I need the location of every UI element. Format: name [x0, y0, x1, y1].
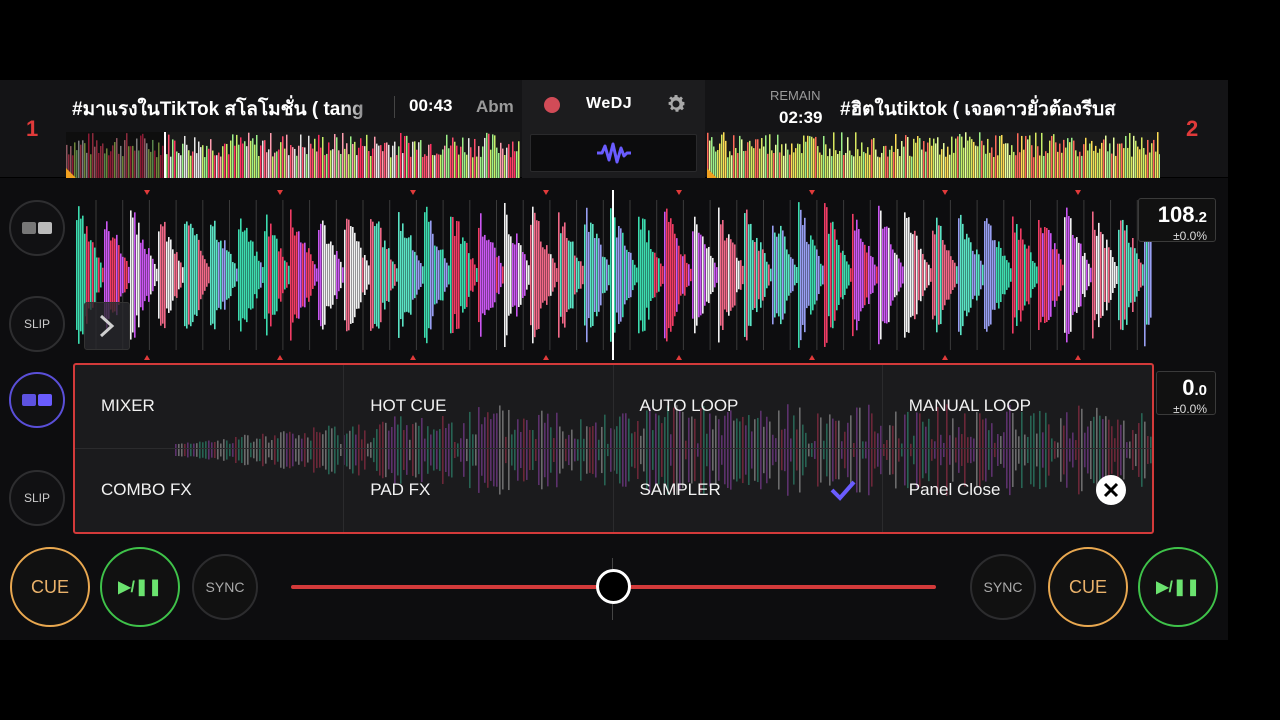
deck-1-bpm-display[interactable]: 108.2 ±0.0% [1138, 198, 1216, 243]
deck-1-cue-marker [66, 168, 76, 178]
deck-2-cue-button[interactable]: CUE [1048, 547, 1128, 627]
crossfader-knob[interactable] [596, 569, 631, 604]
deck-2-remain-time: 02:39 [779, 108, 823, 127]
deck-2-bpm-decimal: .0 [1194, 382, 1207, 399]
panel-combo-fx-label: COMBO FX [101, 480, 192, 500]
deck-2-overview-bars [707, 132, 1160, 178]
deck-1-played-region [66, 132, 164, 178]
panel-mixer-label: MIXER [101, 396, 155, 416]
deck-2-cue-marker [707, 168, 717, 178]
deck-1-track-title[interactable]: #มาแรงในTikTok สโลโมชั่น ( tang [72, 94, 387, 120]
record-icon[interactable] [544, 97, 560, 113]
deck-2-number: 2 [1186, 116, 1199, 141]
gear-icon[interactable] [664, 92, 688, 116]
expand-arrow-button[interactable] [84, 302, 130, 350]
brand-logo: WeDJ [586, 95, 633, 112]
deck-1-number: 1 [26, 116, 39, 141]
deck-1-bpm: 108 [1157, 202, 1195, 227]
main-waveform[interactable] [76, 190, 1152, 360]
deck-1-bpm-decimal: .2 [1194, 209, 1207, 226]
deck-1-mode-button[interactable] [9, 200, 65, 256]
chevron-right-icon [99, 314, 115, 338]
deck-2-sync-button[interactable]: SYNC [970, 554, 1036, 620]
panel-auto-loop-label: AUTO LOOP [639, 396, 739, 416]
deck-2-pitch: ±0.0% [1173, 402, 1207, 416]
top-bar: 1 #มาแรงในTikTok สโลโมชั่น ( tang 00:43 … [0, 80, 1228, 178]
panel-pad-fx-button[interactable]: PAD FX [344, 448, 614, 532]
deck-1-sync-button[interactable]: SYNC [192, 554, 258, 620]
divider [394, 96, 395, 118]
remain-label: REMAIN [770, 88, 821, 103]
deck-mode-icon [22, 222, 52, 234]
waveform-view-button[interactable] [530, 134, 697, 172]
panel-auto-loop-button[interactable]: AUTO LOOP [613, 365, 883, 449]
deck-2-bpm-display[interactable]: 0.0 ±0.0% [1156, 371, 1216, 416]
slip-button-bottom[interactable]: SLIP [9, 470, 65, 526]
panel-manual-loop-button[interactable]: MANUAL LOOP [882, 365, 1152, 449]
deck-2-overview-waveform[interactable] [707, 132, 1160, 178]
deck-1-elapsed-time: 00:43 [409, 96, 453, 115]
dj-app: 1 #มาแรงในTikTok สโลโมชั่น ( tang 00:43 … [0, 80, 1228, 640]
deck-1-overview-waveform[interactable] [66, 132, 520, 178]
function-panel: MIXER HOT CUE AUTO LOOP MANUAL LOOP COMB… [73, 363, 1154, 534]
deck-mode-icon-active [22, 394, 52, 406]
close-icon[interactable] [1096, 475, 1126, 506]
panel-close-label: Panel Close [908, 480, 1001, 500]
slip-button-top[interactable]: SLIP [9, 296, 65, 352]
deck-2-track-title[interactable]: #ฮิตในtiktok ( เจอดาวยั่วต้องรีบส [840, 94, 1158, 120]
deck-2-play-pause-button[interactable]: ▶/❚❚ [1138, 547, 1218, 627]
deck-2-mode-button[interactable] [9, 372, 65, 428]
playhead [612, 190, 614, 360]
panel-sampler-button[interactable]: SAMPLER [614, 448, 883, 532]
panel-manual-loop-label: MANUAL LOOP [908, 396, 1031, 416]
deck-1-cue-button[interactable]: CUE [10, 547, 90, 627]
deck-1-key: Abm [476, 97, 514, 116]
checkmark-icon [830, 480, 856, 502]
panel-combo-fx-button[interactable]: COMBO FX [75, 448, 345, 532]
panel-pad-fx-label: PAD FX [370, 480, 431, 500]
panel-mixer-button[interactable]: MIXER [75, 365, 345, 449]
deck-2-bpm: 0 [1182, 375, 1195, 400]
panel-sampler-label: SAMPLER [639, 480, 721, 500]
panel-close-button[interactable]: Panel Close [883, 449, 1152, 533]
deck-1-pitch: ±0.0% [1173, 229, 1207, 243]
panel-hot-cue-button[interactable]: HOT CUE [344, 365, 614, 449]
transport-controls: CUE ▶/❚❚ SYNC SYNC CUE ▶/❚❚ [0, 544, 1228, 640]
waveform-icon [597, 142, 631, 164]
panel-hot-cue-label: HOT CUE [370, 396, 447, 416]
center-panel: WeDJ [522, 80, 705, 178]
deck-1-play-pause-button[interactable]: ▶/❚❚ [100, 547, 180, 627]
deck-1-position-marker [164, 132, 166, 178]
